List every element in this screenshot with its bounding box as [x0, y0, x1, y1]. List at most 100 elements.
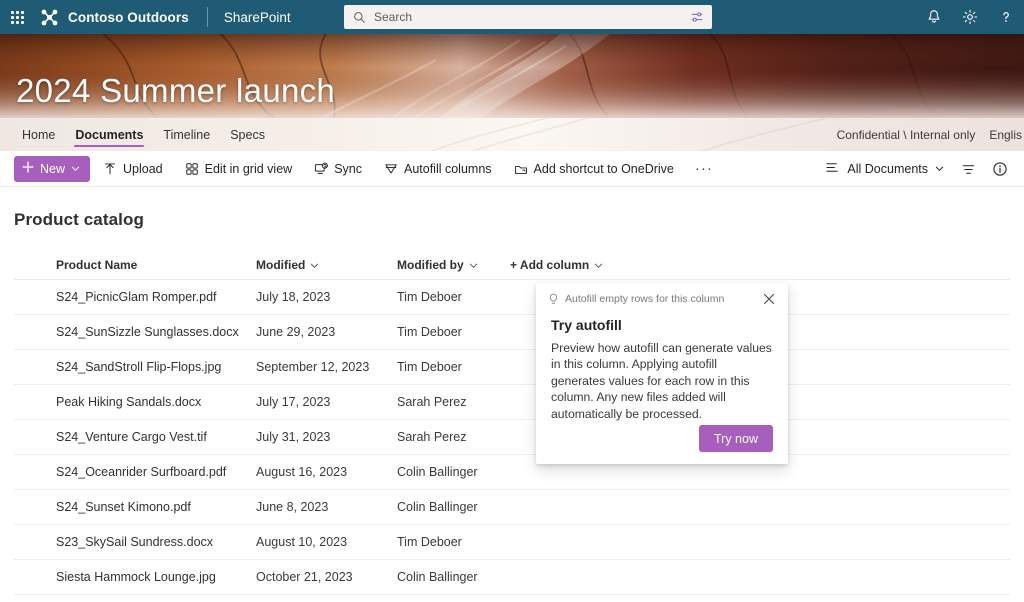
list-title: Product catalog [14, 210, 144, 229]
upload-label: Upload [123, 161, 163, 176]
column-header-product-name-label: Product Name [56, 258, 138, 272]
suite-divider [206, 7, 208, 27]
file-modified-date: July 31, 2023 [256, 430, 331, 444]
list-header-row: Product Name Modified Modified by + Add … [14, 251, 1010, 280]
list-view-icon [825, 160, 840, 178]
add-shortcut-to-onedrive-button[interactable]: Add shortcut to OneDrive [505, 154, 683, 184]
file-type-icon [14, 499, 56, 515]
command-bar-right: All Documents [817, 151, 1016, 187]
suite-app-name[interactable]: SharePoint [224, 10, 291, 25]
autofill-columns-label: Autofill columns [403, 161, 492, 176]
edit-in-grid-view-button[interactable]: Edit in grid view [176, 154, 302, 184]
column-header-modified[interactable]: Modified [256, 258, 397, 272]
file-modified-date: June 29, 2023 [256, 325, 336, 339]
table-row[interactable]: S23_SkySail Sundress.docx August 10, 2023… [14, 525, 1010, 560]
details-info-icon[interactable] [984, 154, 1016, 184]
file-modified-date: August 10, 2023 [256, 535, 348, 549]
contoso-logo-icon[interactable] [40, 8, 59, 27]
file-name[interactable]: S23_SkySail Sundress.docx [56, 535, 256, 549]
file-name[interactable]: Siesta Hammock Lounge.jpg [56, 570, 256, 584]
autofill-callout-body: Try autofill Preview how autofill can ge… [536, 315, 788, 425]
more-commands-button[interactable]: ··· [687, 154, 721, 184]
language-label: Englis [989, 127, 1022, 142]
view-selector-label: All Documents [847, 162, 928, 176]
sharepoint-document-library-page: Contoso Outdoors SharePoint Search 2024 … [0, 0, 1024, 602]
file-type-icon [14, 359, 56, 375]
file-type-icon [14, 394, 56, 410]
file-modified-date: June 8, 2023 [256, 500, 329, 514]
table-row[interactable]: S24_SandStroll Flip-Flops.jpg September 1… [14, 350, 1010, 385]
onedrive-shortcut-icon [514, 162, 528, 176]
autofill-columns-button[interactable]: Autofill columns [375, 154, 501, 184]
file-name[interactable]: S24_SunSizzle Sunglasses.docx [56, 325, 256, 339]
grid-icon [185, 162, 199, 176]
file-modified-date: October 21, 2023 [256, 570, 353, 584]
document-list: Product Name Modified Modified by + Add … [14, 251, 1010, 595]
search-options-icon[interactable] [690, 10, 704, 24]
file-modified-date: August 16, 2023 [256, 465, 348, 479]
sync-label: Sync [334, 161, 362, 176]
waffle-grid [10, 10, 24, 24]
column-header-modified-by[interactable]: Modified by [397, 258, 510, 272]
filter-icon[interactable] [952, 154, 984, 184]
table-row[interactable]: S24_Sunset Kimono.pdf June 8, 2023 Colin B… [14, 490, 1010, 525]
file-name[interactable]: S24_Sunset Kimono.pdf [56, 500, 256, 514]
file-type-icon [14, 534, 56, 550]
brand-name[interactable]: Contoso Outdoors [68, 10, 189, 25]
try-now-button[interactable]: Try now [699, 425, 773, 452]
view-selector[interactable]: All Documents [817, 154, 952, 184]
lightbulb-icon [548, 293, 559, 306]
column-header-modified-label: Modified [256, 258, 306, 272]
app-launcher-icon[interactable] [0, 0, 34, 34]
chevron-down-icon [71, 162, 80, 176]
nav-link-home[interactable]: Home [12, 118, 65, 151]
file-name[interactable]: S24_Oceanrider Surfboard.pdf [56, 465, 256, 479]
column-header-product-name[interactable]: Product Name [56, 258, 256, 272]
file-modified-by: Colin Ballinger [397, 465, 478, 479]
file-modified-by: Sarah Perez [397, 430, 467, 444]
hero-banner: 2024 Summer launch [0, 34, 1024, 118]
search-input[interactable] [366, 10, 690, 24]
table-row[interactable]: S24_SunSizzle Sunglasses.docx June 29, 20… [14, 315, 1010, 350]
notifications-bell-icon[interactable] [916, 0, 952, 34]
file-modified-by: Tim Deboer [397, 325, 462, 339]
help-icon[interactable] [988, 0, 1024, 34]
edit-in-grid-view-label: Edit in grid view [204, 161, 293, 176]
settings-gear-icon[interactable] [952, 0, 988, 34]
file-modified-date: July 18, 2023 [256, 290, 331, 304]
new-button[interactable]: New [14, 155, 91, 182]
new-button-label: New [40, 161, 66, 176]
table-row[interactable]: S24_PicnicGlam Romper.pdf July 18, 2023 Ti… [14, 280, 1010, 315]
nav-link-specs[interactable]: Specs [220, 118, 275, 151]
column-header-filetype[interactable] [14, 258, 56, 273]
file-type-icon [14, 289, 56, 305]
file-name[interactable]: S24_Venture Cargo Vest.tif [56, 430, 256, 444]
file-modified-date: September 12, 2023 [256, 360, 370, 374]
autofill-callout-header-label: Autofill empty rows for this column [565, 293, 725, 305]
nav-link-documents[interactable]: Documents [65, 118, 153, 151]
table-row[interactable]: Siesta Hammock Lounge.jpg October 21, 202… [14, 560, 1010, 595]
suite-bar: Contoso Outdoors SharePoint [0, 0, 1024, 34]
search-icon [353, 11, 366, 24]
file-type-icon [14, 429, 56, 445]
table-row[interactable]: S24_Oceanrider Surfboard.pdf August 16, 2… [14, 455, 1010, 490]
autofill-callout-title: Try autofill [551, 317, 622, 333]
file-type-icon [14, 569, 56, 585]
upload-button[interactable]: Upload [94, 154, 172, 184]
file-name[interactable]: Peak Hiking Sandals.docx [56, 395, 256, 409]
sync-button[interactable]: Sync [305, 154, 371, 184]
plus-icon [22, 161, 34, 176]
file-name[interactable]: S24_PicnicGlam Romper.pdf [56, 290, 256, 304]
chevron-down-icon [935, 162, 944, 176]
table-row[interactable]: Peak Hiking Sandals.docx July 17, 2023 Sar… [14, 385, 1010, 420]
chevron-down-icon [310, 261, 319, 270]
close-icon[interactable] [756, 286, 782, 312]
page-title: 2024 Summer launch [16, 72, 336, 109]
nav-link-timeline[interactable]: Timeline [153, 118, 220, 151]
suite-bar-actions [916, 0, 1024, 34]
search-box[interactable] [344, 5, 712, 29]
column-header-add-column[interactable]: + Add column [510, 258, 1010, 272]
file-name[interactable]: S24_SandStroll Flip-Flops.jpg [56, 360, 256, 374]
table-row[interactable]: S24_Venture Cargo Vest.tif July 31, 2023 S… [14, 420, 1010, 455]
file-modified-by: Colin Ballinger [397, 500, 478, 514]
